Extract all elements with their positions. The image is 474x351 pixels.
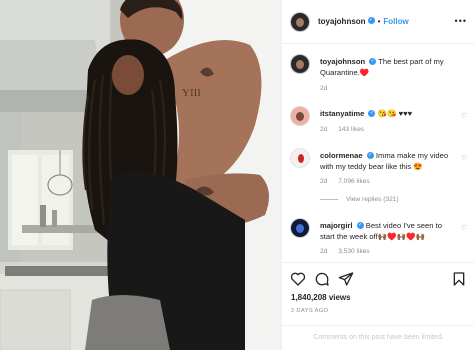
verified-icon: ✓	[369, 57, 377, 65]
comment-meta: 2d 143 likes	[320, 126, 373, 133]
post-video[interactable]: YIII	[0, 0, 281, 350]
comment-text: itstanyatime ✓ 😘😘 ♥♥♥	[320, 108, 458, 119]
comment-username[interactable]: majorgirl	[320, 221, 353, 230]
comment-username[interactable]: itstanyatime	[320, 109, 364, 118]
caption-avatar[interactable]	[290, 54, 310, 74]
verified-icon: ✓	[367, 17, 375, 24]
verified-icon: ✓	[356, 221, 364, 229]
comment-meta: 2d 3,530 likes	[320, 248, 379, 255]
comment-icon[interactable]	[314, 271, 330, 287]
comment-like-icon[interactable]: ♡	[461, 154, 467, 162]
view-replies-link[interactable]: View replies (321)	[320, 196, 399, 203]
view-replies-label[interactable]: View replies (321)	[346, 196, 399, 203]
comment-meta: 2d 7,096 likes	[320, 178, 379, 185]
more-options-icon[interactable]: •••	[455, 16, 467, 26]
video-frame: YIII	[0, 0, 281, 350]
replies-divider	[320, 198, 338, 200]
post-sidebar: toyajohnson ✓ • Follow ••• toyajohnson ✓…	[281, 0, 474, 350]
comment-likes[interactable]: 143 likes	[338, 126, 364, 133]
comment-time: 2d	[320, 248, 328, 255]
views-count[interactable]: 1,840,208 views	[291, 293, 351, 302]
comment-likes[interactable]: 3,530 likes	[338, 248, 370, 255]
action-bar: 1,840,208 views 2 DAYS AGO Comments on t…	[282, 262, 474, 350]
heart-emoji: ♥️	[359, 68, 370, 77]
comment-username[interactable]: colormenae	[320, 151, 363, 160]
comment-text: majorgirl ✓ Best video I've seen to star…	[320, 220, 458, 242]
post-date: 2 DAYS AGO	[291, 308, 329, 314]
commenter-avatar[interactable]	[290, 148, 310, 168]
comment-time: 2d	[320, 126, 328, 133]
caption-username[interactable]: toyajohnson	[320, 57, 365, 66]
comment-text: colormenae ✓ Imma make my video with my …	[320, 150, 458, 172]
heart-icon[interactable]	[290, 271, 306, 287]
post-header: toyajohnson ✓ • Follow •••	[282, 0, 474, 44]
comments-limited-notice: Comments on this post have been limited.	[282, 325, 474, 351]
comment-like-icon[interactable]: ♡	[461, 224, 467, 232]
commenter-avatar[interactable]	[290, 106, 310, 126]
caption-meta: 2d	[320, 85, 336, 92]
comment-likes[interactable]: 7,096 likes	[338, 178, 370, 185]
caption-time: 2d	[320, 85, 328, 92]
comment-time: 2d	[320, 178, 328, 185]
svg-text:YIII: YIII	[182, 87, 201, 99]
bookmark-icon[interactable]	[451, 271, 467, 287]
follow-button[interactable]: Follow	[383, 17, 408, 26]
author-avatar[interactable]	[290, 11, 310, 32]
author-username[interactable]: toyajohnson	[318, 17, 366, 26]
caption-text: toyajohnson ✓ The best part of my Quaran…	[320, 56, 458, 78]
header-separator: •	[377, 17, 381, 26]
verified-icon: ✓	[366, 151, 374, 159]
commenter-avatar[interactable]	[290, 218, 310, 238]
comment-body: 😘😘 ♥♥♥	[377, 109, 413, 118]
comment-like-icon[interactable]: ♡	[461, 112, 467, 120]
share-icon[interactable]	[338, 271, 354, 287]
verified-icon: ✓	[368, 109, 376, 117]
